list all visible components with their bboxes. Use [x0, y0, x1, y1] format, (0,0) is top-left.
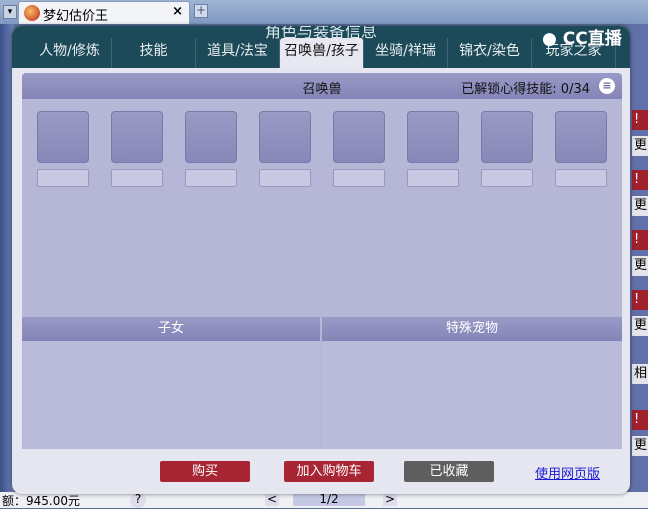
tab-mounts[interactable]: 坐骑/祥瑞: [364, 38, 448, 68]
buy-button[interactable]: 购买: [160, 461, 250, 482]
tab-skills[interactable]: 技能: [112, 38, 196, 68]
list-badge: !: [632, 290, 648, 310]
web-version-link[interactable]: 使用网页版: [535, 463, 600, 482]
pet-slot-label: [407, 169, 459, 187]
pet-slot[interactable]: [259, 111, 311, 163]
tab-outfits[interactable]: 锦衣/染色: [448, 38, 532, 68]
pet-slot-label: [481, 169, 533, 187]
list-badge: !: [632, 110, 648, 130]
list-badge: !: [632, 170, 648, 190]
pet-slot[interactable]: [555, 111, 607, 163]
app-favicon-icon: [24, 5, 40, 21]
add-to-cart-button[interactable]: 加入购物车: [284, 461, 374, 482]
pet-slot[interactable]: [407, 111, 459, 163]
prev-page-button[interactable]: <: [265, 492, 279, 506]
unlocked-value: 0/34: [560, 82, 590, 97]
tab-menu-button[interactable]: ▾: [3, 5, 17, 19]
new-tab-button[interactable]: +: [194, 4, 208, 18]
pet-slot-label: [37, 169, 89, 187]
price-text: 额：945.00元: [2, 494, 80, 508]
list-button[interactable]: 更: [632, 136, 648, 156]
pet-slot-label: [259, 169, 311, 187]
dialog-header: 角色与装备信息 人物/修炼 技能 道具/法宝 召唤兽/孩子 坐骑/祥瑞 锦衣/染…: [12, 26, 630, 68]
background-right-list: ! 更 ! 更 ! 更 ! 更 相 ! 更: [630, 24, 648, 494]
next-page-button[interactable]: >: [383, 492, 397, 506]
browser-tab-bar: ▾ 梦幻估价王 × +: [0, 0, 648, 24]
role-info-dialog: 角色与装备信息 人物/修炼 技能 道具/法宝 召唤兽/孩子 坐骑/祥瑞 锦衣/染…: [12, 26, 630, 494]
pets-header: 召唤兽 已解锁心得技能: 0/34 ≡: [22, 73, 622, 99]
tab-pets[interactable]: 召唤兽/孩子: [280, 38, 364, 68]
list-icon[interactable]: ≡: [599, 78, 615, 94]
special-pets-section: 特殊宠物: [322, 317, 622, 449]
bottom-bar: 额：945.00元 ? < 1/2 >: [0, 492, 648, 508]
tab-title: 梦幻估价王: [43, 9, 109, 24]
unlocked-label: 已解锁心得技能:: [461, 82, 557, 97]
pet-slot-label: [185, 169, 237, 187]
list-badge: !: [632, 410, 648, 430]
logo-text: CC直播: [562, 29, 622, 49]
cc-live-logo: ● CC直播: [542, 29, 622, 49]
children-title: 子女: [22, 317, 320, 341]
special-pets-title: 特殊宠物: [322, 317, 622, 341]
pet-slot[interactable]: [37, 111, 89, 163]
pet-slot-label: [333, 169, 385, 187]
list-badge: !: [632, 230, 648, 250]
close-tab-icon[interactable]: ×: [172, 4, 183, 19]
list-button[interactable]: 更: [632, 196, 648, 216]
pet-slot[interactable]: [481, 111, 533, 163]
list-button[interactable]: 更: [632, 316, 648, 336]
pet-slot[interactable]: [111, 111, 163, 163]
children-section: 子女: [22, 317, 320, 449]
page-indicator: 1/2: [293, 492, 365, 506]
list-button[interactable]: 更: [632, 436, 648, 456]
pet-slot-label: [111, 169, 163, 187]
list-button[interactable]: 更: [632, 256, 648, 276]
tab-items[interactable]: 道具/法宝: [196, 38, 280, 68]
unlocked-skills: 已解锁心得技能: 0/34: [461, 78, 590, 97]
pets-panel: 召唤兽 已解锁心得技能: 0/34 ≡ 子女 特殊宠物: [22, 73, 622, 449]
pet-slot[interactable]: [185, 111, 237, 163]
favorited-button[interactable]: 已收藏: [404, 461, 494, 482]
browser-tab[interactable]: 梦幻估价王 ×: [18, 1, 190, 24]
pet-slot[interactable]: [333, 111, 385, 163]
help-icon[interactable]: ?: [130, 492, 146, 508]
list-button[interactable]: 相: [632, 364, 648, 384]
tab-character[interactable]: 人物/修炼: [28, 38, 112, 68]
pet-slot-label: [555, 169, 607, 187]
